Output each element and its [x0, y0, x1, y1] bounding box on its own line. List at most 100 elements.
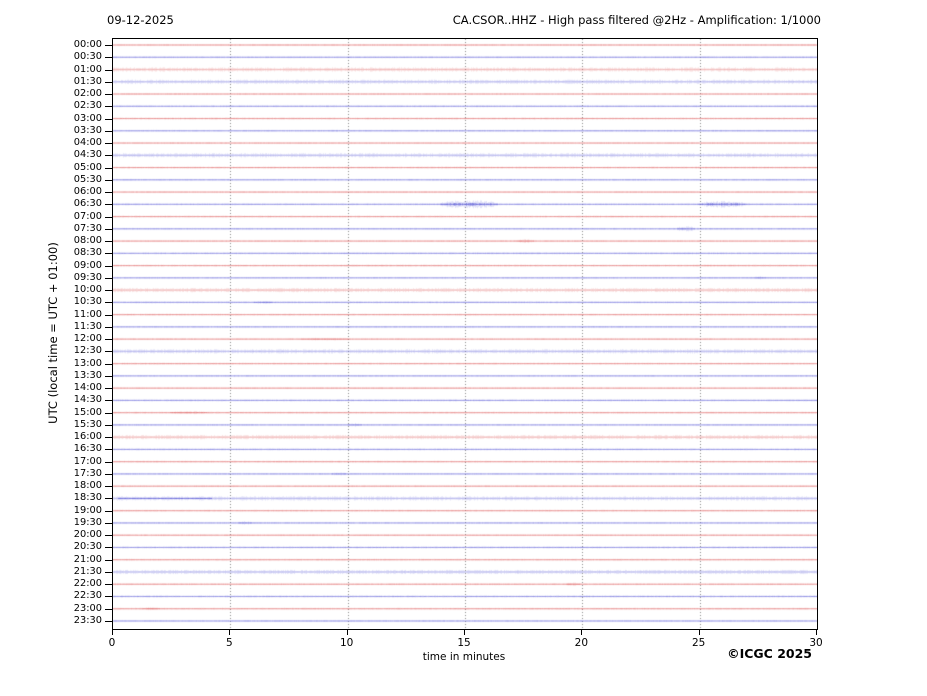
- y-tick-label: 04:30: [73, 149, 102, 161]
- y-tick-mark: [105, 130, 112, 132]
- y-tick-label: 09:00: [73, 259, 102, 271]
- x-tick-label: 25: [691, 637, 706, 649]
- y-tick-label: 14:00: [73, 382, 102, 394]
- y-tick-label: 02:00: [73, 88, 102, 100]
- y-tick-mark: [105, 498, 112, 500]
- y-tick-mark: [105, 241, 112, 243]
- y-tick-mark: [105, 326, 112, 328]
- y-tick-label: 17:30: [73, 467, 102, 479]
- y-tick-mark: [105, 290, 112, 292]
- copyright-label: ©ICGC 2025: [727, 646, 812, 661]
- y-tick-label: 21:00: [73, 553, 102, 565]
- y-tick-mark: [105, 265, 112, 267]
- y-tick-label: 14:30: [73, 394, 102, 406]
- y-tick-mark: [105, 620, 112, 622]
- y-tick-label: 15:00: [73, 406, 102, 418]
- y-tick-mark: [105, 559, 112, 561]
- y-tick-label: 19:00: [73, 504, 102, 516]
- y-tick-mark: [105, 314, 112, 316]
- seismogram-traces-canvas: [113, 39, 817, 629]
- y-tick-mark: [105, 94, 112, 96]
- y-tick-mark: [105, 192, 112, 194]
- y-tick-mark: [105, 584, 112, 586]
- y-tick-mark: [105, 118, 112, 120]
- y-tick-mark: [105, 57, 112, 59]
- x-tick-label: 15: [457, 637, 471, 649]
- y-tick-label: 01:00: [73, 63, 102, 75]
- y-tick-label: 06:30: [73, 198, 102, 210]
- y-tick-label: 11:30: [73, 320, 102, 332]
- y-tick-mark: [105, 449, 112, 451]
- x-tick-mark: [346, 629, 348, 635]
- y-tick-label: 16:30: [73, 443, 102, 455]
- y-tick-label: 10:00: [73, 284, 102, 296]
- y-tick-mark: [105, 155, 112, 157]
- y-tick-label: 19:30: [73, 516, 102, 528]
- y-tick-mark: [105, 375, 112, 377]
- x-tick-mark: [112, 629, 113, 635]
- y-tick-mark: [105, 486, 112, 488]
- y-tick-label: 10:30: [73, 296, 102, 308]
- y-tick-mark: [105, 547, 112, 549]
- y-tick-mark: [105, 228, 112, 230]
- x-tick-mark: [464, 629, 465, 635]
- y-tick-mark: [105, 339, 112, 341]
- x-axis-title: time in minutes: [422, 651, 506, 663]
- y-tick-mark: [105, 216, 112, 218]
- date-label: 09-12-2025: [107, 13, 174, 27]
- y-tick-mark: [105, 412, 112, 414]
- y-tick-label: 08:00: [73, 235, 102, 247]
- y-tick-label: 12:00: [73, 333, 102, 345]
- y-tick-mark: [105, 45, 112, 46]
- y-tick-mark: [105, 400, 112, 402]
- y-tick-label: 00:00: [73, 39, 102, 50]
- y-tick-label: 22:00: [73, 578, 102, 590]
- y-tick-mark: [105, 81, 112, 83]
- y-tick-mark: [105, 596, 112, 598]
- y-tick-label: 22:30: [73, 590, 102, 602]
- x-tick-label: 5: [225, 637, 233, 649]
- plot-area: [112, 38, 818, 630]
- x-tick-mark: [581, 629, 583, 635]
- y-tick-label: 02:30: [73, 100, 102, 112]
- y-tick-label: 03:30: [73, 124, 102, 136]
- y-tick-mark: [105, 277, 112, 279]
- y-tick-label: 00:30: [73, 51, 102, 63]
- y-tick-mark: [105, 179, 112, 181]
- y-tick-mark: [105, 571, 112, 573]
- y-tick-label: 06:00: [73, 186, 102, 198]
- y-tick-label: 16:00: [73, 431, 102, 443]
- y-tick-mark: [105, 302, 112, 304]
- y-tick-label: 20:00: [73, 529, 102, 541]
- y-tick-mark: [105, 69, 112, 71]
- y-tick-label: 18:30: [73, 492, 102, 504]
- y-tick-mark: [105, 473, 112, 475]
- y-tick-mark: [105, 510, 112, 512]
- plot-title: CA.CSOR..HHZ - High pass filtered @2Hz -…: [452, 13, 821, 27]
- y-tick-mark: [105, 253, 112, 255]
- y-tick-label: 05:00: [73, 161, 102, 173]
- y-tick-mark: [105, 351, 112, 353]
- y-tick-mark: [105, 143, 112, 145]
- x-tick-mark: [816, 629, 817, 635]
- y-tick-label: 13:00: [73, 357, 102, 369]
- y-tick-mark: [105, 461, 112, 463]
- y-tick-label: 15:30: [73, 418, 102, 430]
- y-tick-label: 05:30: [73, 173, 102, 185]
- x-tick-mark: [229, 629, 231, 635]
- y-tick-label: 13:30: [73, 369, 102, 381]
- y-tick-mark: [105, 167, 112, 169]
- y-tick-mark: [105, 388, 112, 390]
- y-tick-label: 20:30: [73, 541, 102, 553]
- helicorder-figure: 09-12-2025 CA.CSOR..HHZ - High pass filt…: [0, 0, 927, 696]
- y-tick-label: 23:00: [73, 602, 102, 614]
- y-tick-label: 09:30: [73, 271, 102, 283]
- y-tick-mark: [105, 437, 112, 439]
- x-tick-label: 0: [108, 637, 116, 649]
- y-tick-label: 23:30: [73, 614, 102, 626]
- x-tick-label: 20: [574, 637, 589, 649]
- y-tick-label: 08:30: [73, 247, 102, 259]
- y-tick-mark: [105, 106, 112, 108]
- y-tick-label: 18:00: [73, 480, 102, 492]
- y-tick-label: 07:30: [73, 222, 102, 234]
